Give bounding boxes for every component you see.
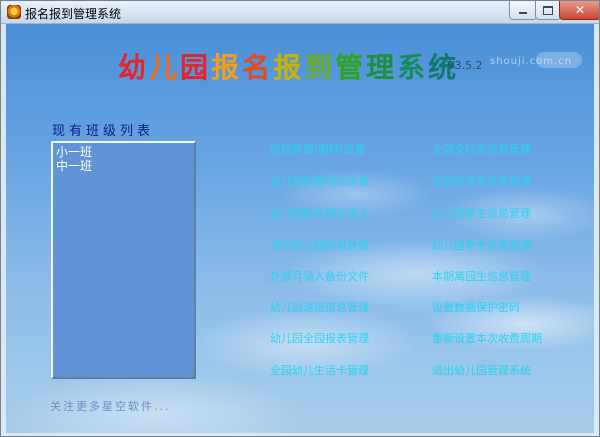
app-icon[interactable] [7, 5, 21, 19]
close-icon: ✕ [574, 3, 586, 17]
title-char: 理 [366, 51, 398, 84]
title-char: 系 [397, 51, 429, 84]
menu-import-backup[interactable]: 外部月诵入备份文件 [270, 268, 369, 284]
menu-life-cards[interactable]: 全园幼儿生活卡管理 [270, 362, 369, 378]
more-software-link[interactable]: 关注更多星空软件... [50, 398, 171, 414]
menu-password[interactable]: 设置数据保护密码 [432, 299, 520, 315]
menu-new-enroll[interactable]: 幼儿园新生报名录入 [270, 205, 369, 221]
class-list-item[interactable]: 小一班 [56, 145, 191, 159]
title-bar[interactable]: 报名报到管理系统 ✕ [1, 1, 599, 24]
menu-day-students[interactable]: 全园走读生信息管理 [432, 173, 531, 189]
window-title: 报名报到管理系统 [25, 7, 122, 21]
menu-leaving-students[interactable]: 本期离园生信息管理 [432, 268, 531, 284]
class-list-item[interactable]: 中一班 [56, 159, 191, 173]
menu-fee-period[interactable]: 重新设置本次收费周期 [432, 330, 542, 346]
title-char: 名 [242, 51, 274, 84]
maximize-button[interactable] [535, 1, 561, 20]
menu-exit[interactable]: 退出幼儿园管理系统 [432, 362, 531, 378]
close-button[interactable]: ✕ [559, 1, 599, 20]
menu-class-setup[interactable]: 班级新建\删除\设置 [270, 141, 365, 157]
menu-reports[interactable]: 幼儿园全园报表管理 [270, 330, 369, 346]
app-window: 报名报到管理系统 ✕ 幼儿园报名报到管理系统 V3.5.2 shouji.com… [0, 0, 600, 437]
title-char: 儿 [149, 51, 181, 84]
version-label: V3.5.2 [447, 59, 483, 72]
app-title: 幼儿园报名报到管理系统 [118, 46, 459, 86]
title-char: 管 [335, 51, 367, 84]
menu-withdrawal[interactable]: 幼儿园退班信息管理 [270, 299, 369, 315]
menu-old-students[interactable]: 幼儿园老生信息管理 [432, 237, 531, 253]
watermark-text: shouji.com.cn [490, 56, 573, 67]
main-panel: 幼儿园报名报到管理系统 V3.5.2 shouji.com.cn 现有班级列表 … [6, 24, 594, 433]
title-char: 报 [273, 51, 305, 84]
menu-clear-data[interactable]: 清空幼儿园所有数据 [270, 237, 369, 253]
title-char: 幼 [118, 51, 150, 84]
title-char: 到 [304, 51, 336, 84]
menu-boarding-students[interactable]: 全园全托生信息管理 [432, 141, 531, 157]
minimize-icon [519, 12, 527, 14]
menu-fee-items[interactable]: 幼儿园收费项目设置 [270, 173, 369, 189]
title-char: 园 [180, 51, 212, 84]
class-list-title: 现有班级列表 [52, 124, 155, 139]
menu-new-students[interactable]: 幼儿园新生信息管理 [432, 205, 531, 221]
maximize-icon [543, 5, 553, 15]
minimize-button[interactable] [509, 1, 537, 20]
title-char: 报 [211, 51, 243, 84]
class-listbox[interactable]: 小一班 中一班 [51, 141, 196, 379]
